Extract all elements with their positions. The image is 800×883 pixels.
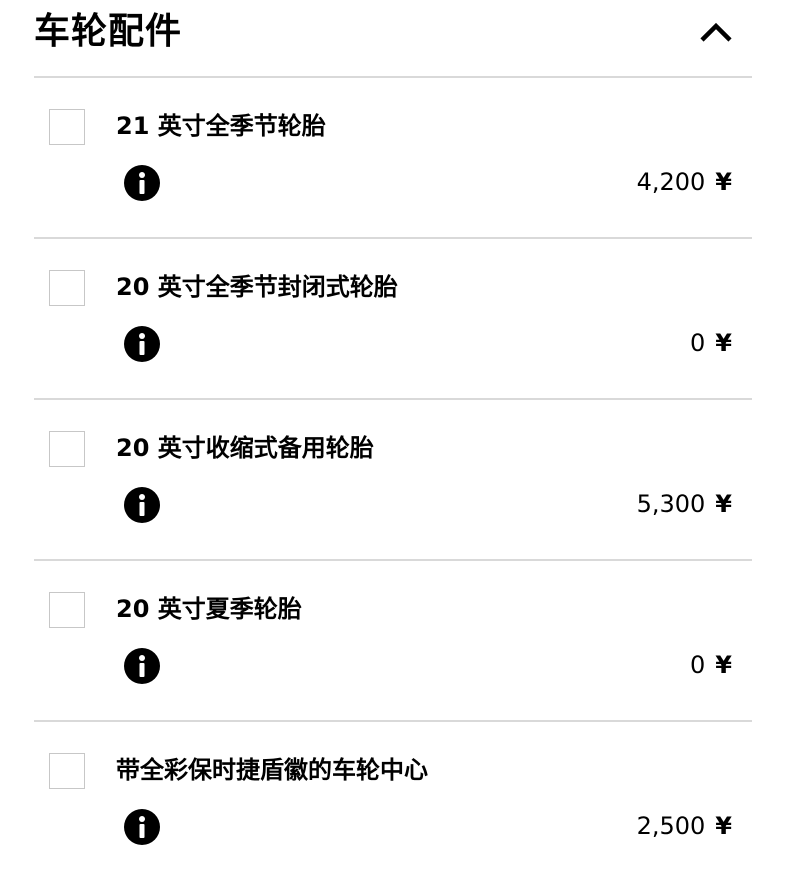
price-amount: 0 [690,329,706,357]
price-amount: 2,500 [636,812,706,840]
option-name: 20 英寸全季节封闭式轮胎 [116,273,398,301]
info-icon[interactable] [124,326,160,362]
option-checkbox[interactable] [49,592,85,628]
option-row: 20 英寸收缩式备用轮胎 5,300 ¥ [34,400,752,561]
price-currency: ¥ [715,168,732,196]
price-currency: ¥ [715,651,732,679]
option-row: 20 英寸全季节封闭式轮胎 0 ¥ [34,239,752,400]
option-checkbox[interactable] [49,431,85,467]
info-icon[interactable] [124,487,160,523]
option-name: 20 英寸夏季轮胎 [116,595,302,623]
option-name: 20 英寸收缩式备用轮胎 [116,434,374,462]
option-price: 2,500 ¥ [637,810,732,842]
option-row: 20 英寸夏季轮胎 0 ¥ [34,561,752,722]
info-icon[interactable] [124,809,160,845]
price-currency: ¥ [715,490,732,518]
price-amount: 4,200 [636,168,706,196]
info-icon[interactable] [124,648,160,684]
option-price: 5,300 ¥ [637,488,732,520]
section-header[interactable]: 车轮配件 [34,0,752,78]
price-amount: 5,300 [636,490,706,518]
wheel-accessories-section: 车轮配件 21 英寸全季节轮胎 4,200 ¥ 20 英寸全季节封闭式轮胎 0 … [34,0,752,883]
option-price: 4,200 ¥ [637,166,732,198]
chevron-up-icon[interactable] [696,14,736,50]
option-row: 带全彩保时捷盾徽的车轮中心 2,500 ¥ [34,722,752,883]
option-checkbox[interactable] [49,109,85,145]
option-price: 0 ¥ [690,649,732,681]
section-title: 车轮配件 [34,11,183,52]
option-checkbox[interactable] [49,270,85,306]
option-name: 带全彩保时捷盾徽的车轮中心 [116,756,428,784]
option-checkbox[interactable] [49,753,85,789]
price-amount: 0 [690,651,706,679]
info-icon[interactable] [124,165,160,201]
price-currency: ¥ [715,812,732,840]
price-currency: ¥ [715,329,732,357]
option-name: 21 英寸全季节轮胎 [116,112,326,140]
option-row: 21 英寸全季节轮胎 4,200 ¥ [34,78,752,239]
option-price: 0 ¥ [690,327,732,359]
